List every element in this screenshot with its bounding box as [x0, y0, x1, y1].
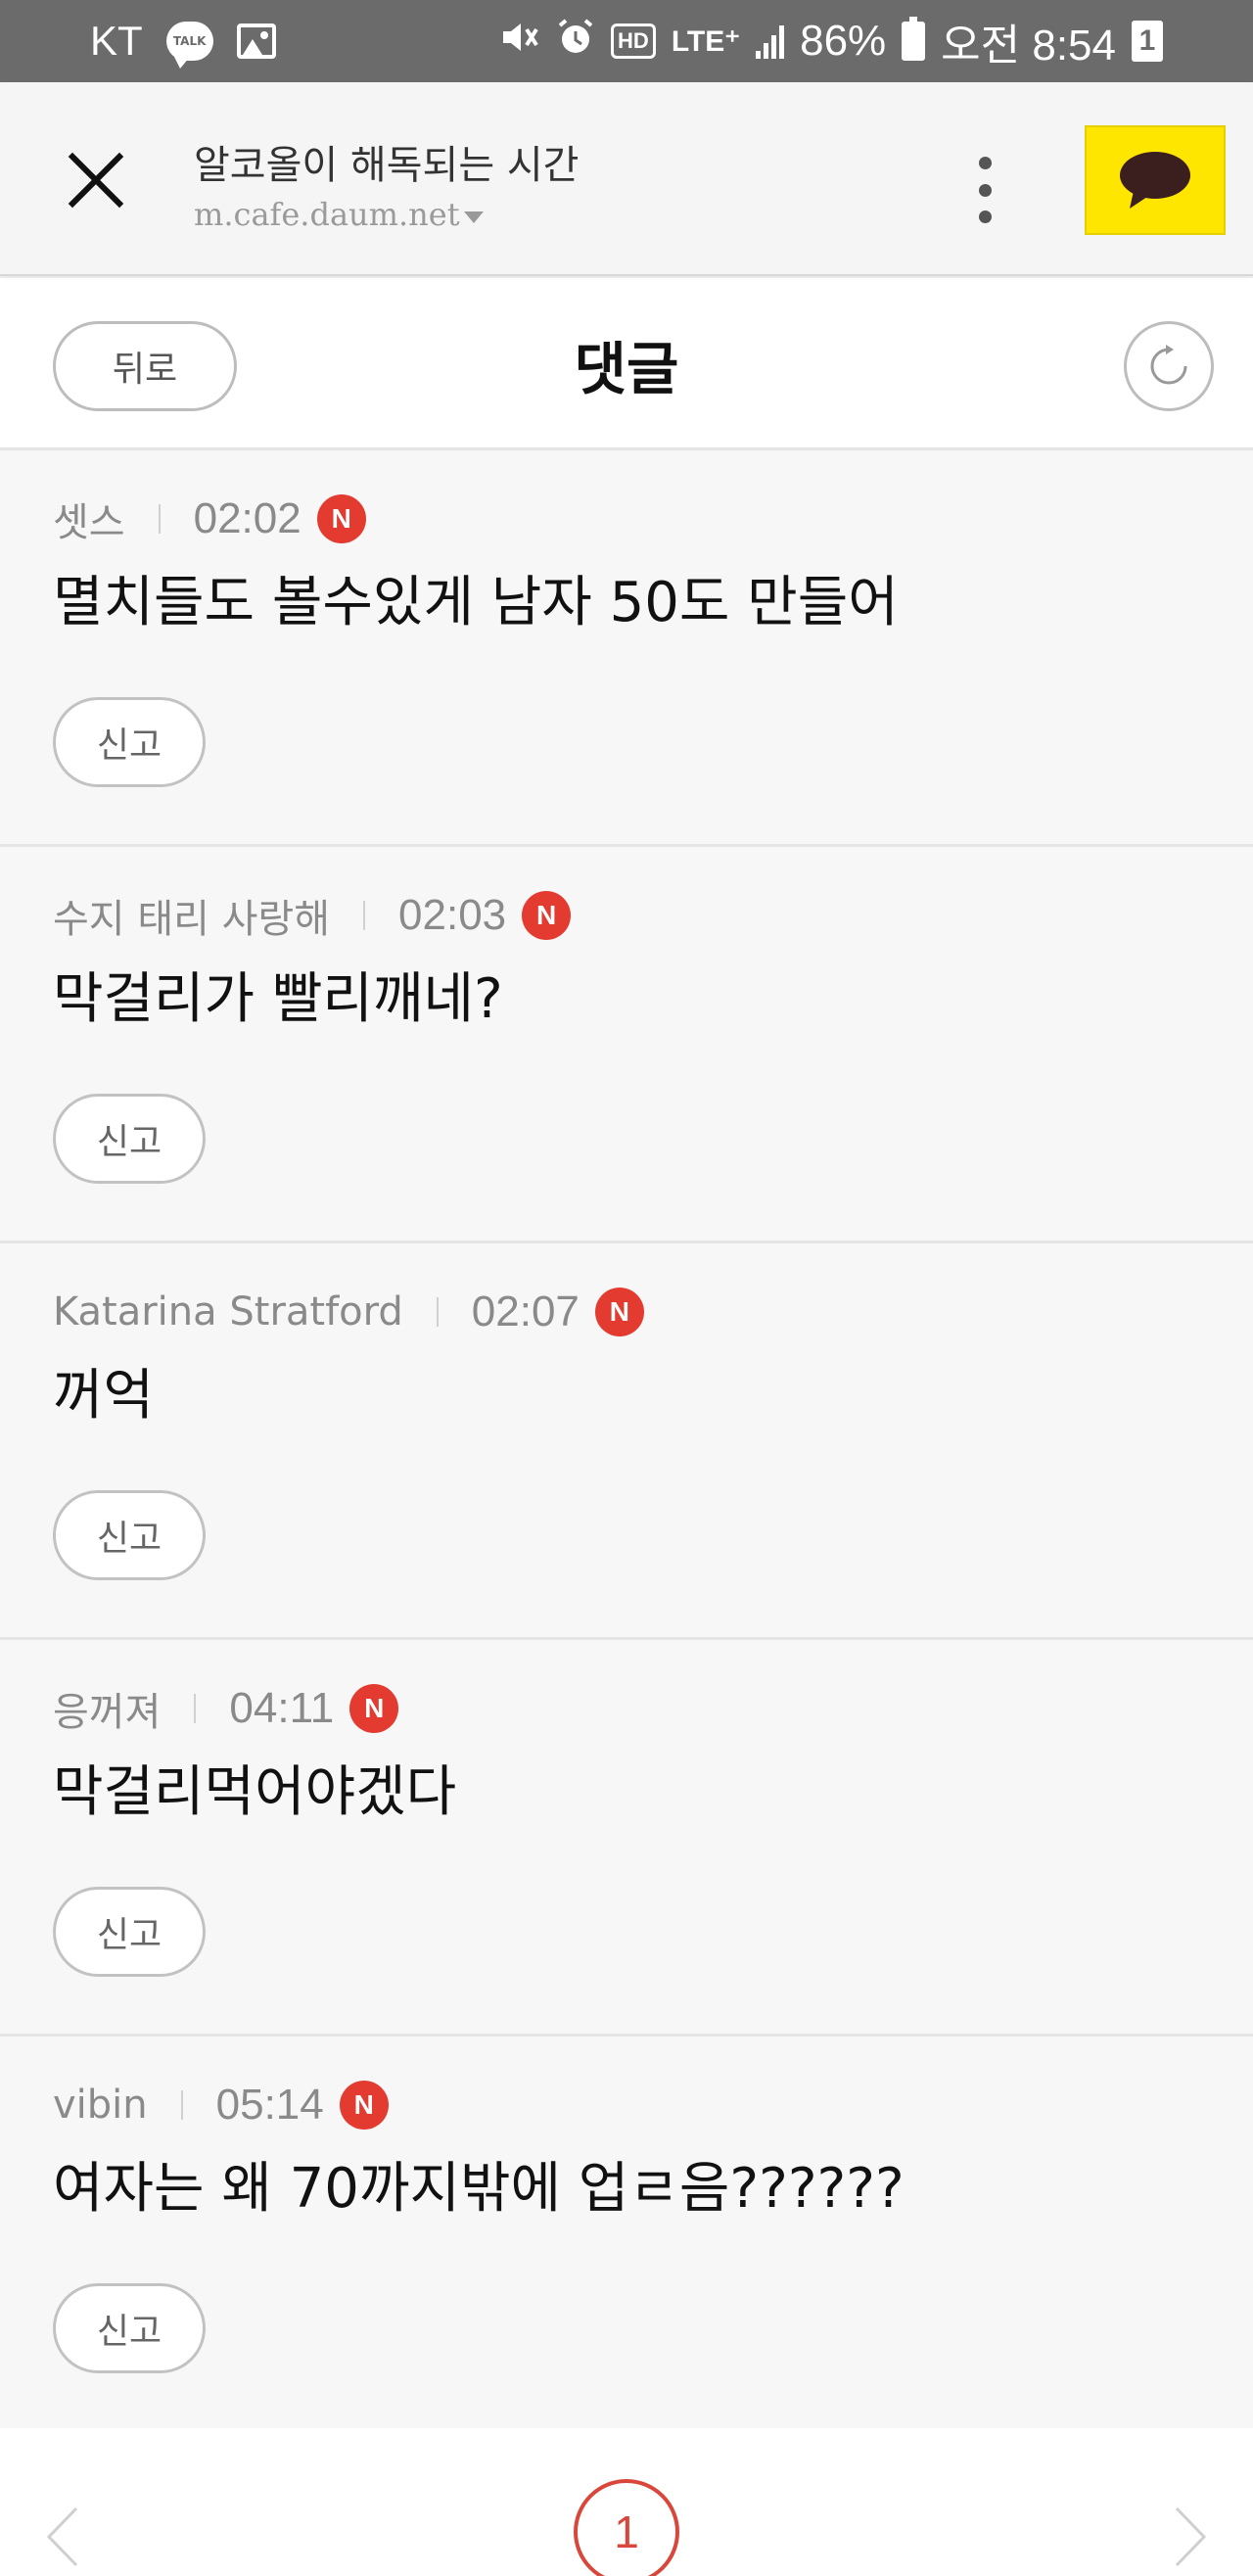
- comment-time: 04:11: [229, 1684, 335, 1732]
- comment-list: 셋스 02:02 N 멸치들도 볼수있게 남자 50도 만들어 신고 수지 태리…: [0, 450, 1253, 2433]
- comment-author: 셋스: [53, 500, 125, 545]
- comment-item: vibin 05:14 N 여자는 왜 70까지밖에 업ㄹ음?????? 신고: [0, 2037, 1253, 2433]
- caret-down-icon: [463, 211, 484, 223]
- browser-url[interactable]: m.cafe.daum.net: [194, 196, 484, 233]
- status-bar-left: KT TALK: [90, 0, 276, 82]
- more-options-button[interactable]: [979, 151, 992, 229]
- lte-icon: LTE⁺: [671, 24, 741, 58]
- close-button[interactable]: [59, 143, 133, 217]
- comment-item: 수지 태리 사랑해 02:03 N 막걸리가 빨리깨네? 신고: [0, 847, 1253, 1243]
- signal-icon: [756, 23, 785, 59]
- refresh-icon: [1150, 345, 1187, 385]
- comment-item: Katarina Stratford 02:07 N 꺼억 신고: [0, 1243, 1253, 1640]
- new-badge: N: [316, 494, 366, 543]
- comment-text: 여자는 왜 70까지밖에 업ㄹ음??????: [53, 2157, 905, 2221]
- comment-meta: Katarina Stratford 02:07 N: [53, 1283, 644, 1341]
- close-icon: [68, 152, 124, 209]
- next-page-button[interactable]: [1165, 2503, 1214, 2571]
- hd-voice-icon: HD: [611, 23, 656, 59]
- page-title: 댓글: [574, 336, 679, 402]
- divider: [436, 1297, 439, 1327]
- carrier-label: KT: [90, 18, 143, 64]
- comment-author: 수지 태리 사랑해: [53, 897, 331, 942]
- comment-meta: vibin 05:14 N: [53, 2076, 389, 2134]
- comment-author: 응꺼져: [53, 1690, 162, 1735]
- speech-bubble-icon: [1120, 152, 1190, 209]
- notification-count-badge: 1: [1132, 21, 1163, 62]
- comment-text: 막걸리가 빨리깨네?: [53, 967, 503, 1031]
- report-button[interactable]: 신고: [53, 697, 206, 787]
- pagination: 1: [0, 2428, 1253, 2576]
- mute-icon: [499, 18, 540, 66]
- url-text: m.cafe.daum.net: [194, 196, 460, 233]
- comment-time: 02:07: [471, 1288, 580, 1335]
- divider: [194, 1694, 197, 1723]
- more-dot-icon: [979, 157, 992, 169]
- comments-header: 뒤로 댓글: [0, 278, 1253, 450]
- comment-time: 02:03: [398, 891, 507, 939]
- comment-meta: 응꺼져 04:11 N: [53, 1679, 399, 1738]
- new-badge: N: [594, 1288, 644, 1336]
- more-dot-icon: [979, 211, 992, 223]
- comment-author: Katarina Stratford: [53, 1289, 403, 1335]
- chevron-left-icon: [46, 2506, 78, 2567]
- current-page-number[interactable]: 1: [574, 2479, 679, 2576]
- comment-time: 02:02: [193, 494, 302, 542]
- kakaotalk-share-button[interactable]: [1085, 125, 1226, 235]
- divider: [158, 504, 161, 534]
- previous-page-button[interactable]: [39, 2503, 88, 2571]
- comment-author: vibin: [53, 2083, 148, 2128]
- new-badge: N: [349, 1684, 399, 1733]
- report-button[interactable]: 신고: [53, 1887, 206, 1977]
- comment-text: 꺼억: [53, 1364, 155, 1428]
- in-app-browser-bar: 알코올이 해독되는 시간 m.cafe.daum.net: [0, 82, 1253, 276]
- comment-time: 05:14: [215, 2081, 324, 2129]
- report-button[interactable]: 신고: [53, 1490, 206, 1580]
- report-button[interactable]: 신고: [53, 1094, 206, 1184]
- kakaotalk-notification-icon: TALK: [165, 22, 213, 69]
- comment-item: 셋스 02:02 N 멸치들도 볼수있게 남자 50도 만들어 신고: [0, 450, 1253, 847]
- comment-meta: 셋스 02:02 N: [53, 490, 366, 548]
- refresh-button[interactable]: [1124, 321, 1214, 411]
- browser-page-title: 알코올이 해독되는 시간: [194, 143, 580, 188]
- new-badge: N: [339, 2081, 389, 2130]
- chevron-right-icon: [1175, 2506, 1207, 2567]
- comment-text: 멸치들도 볼수있게 남자 50도 만들어: [53, 571, 899, 634]
- comment-item: 응꺼져 04:11 N 막걸리먹어야겠다 신고: [0, 1640, 1253, 2037]
- comment-meta: 수지 태리 사랑해 02:03 N: [53, 886, 572, 945]
- battery-icon: [902, 17, 926, 61]
- more-dot-icon: [979, 183, 992, 197]
- status-bar: KT TALK HD LTE⁺ 86% 오전 8:54 1: [0, 0, 1253, 82]
- divider: [180, 2090, 183, 2120]
- status-bar-right: HD LTE⁺ 86% 오전 8:54 1: [499, 0, 1163, 82]
- new-badge: N: [522, 891, 572, 940]
- gallery-notification-icon: [236, 23, 276, 59]
- alarm-icon: [556, 18, 595, 66]
- status-time: 오전 8:54: [941, 22, 1116, 70]
- report-button[interactable]: 신고: [53, 2283, 206, 2373]
- divider: [363, 901, 366, 930]
- comment-text: 막걸리먹어야겠다: [53, 1760, 457, 1824]
- battery-percent: 86%: [800, 17, 887, 65]
